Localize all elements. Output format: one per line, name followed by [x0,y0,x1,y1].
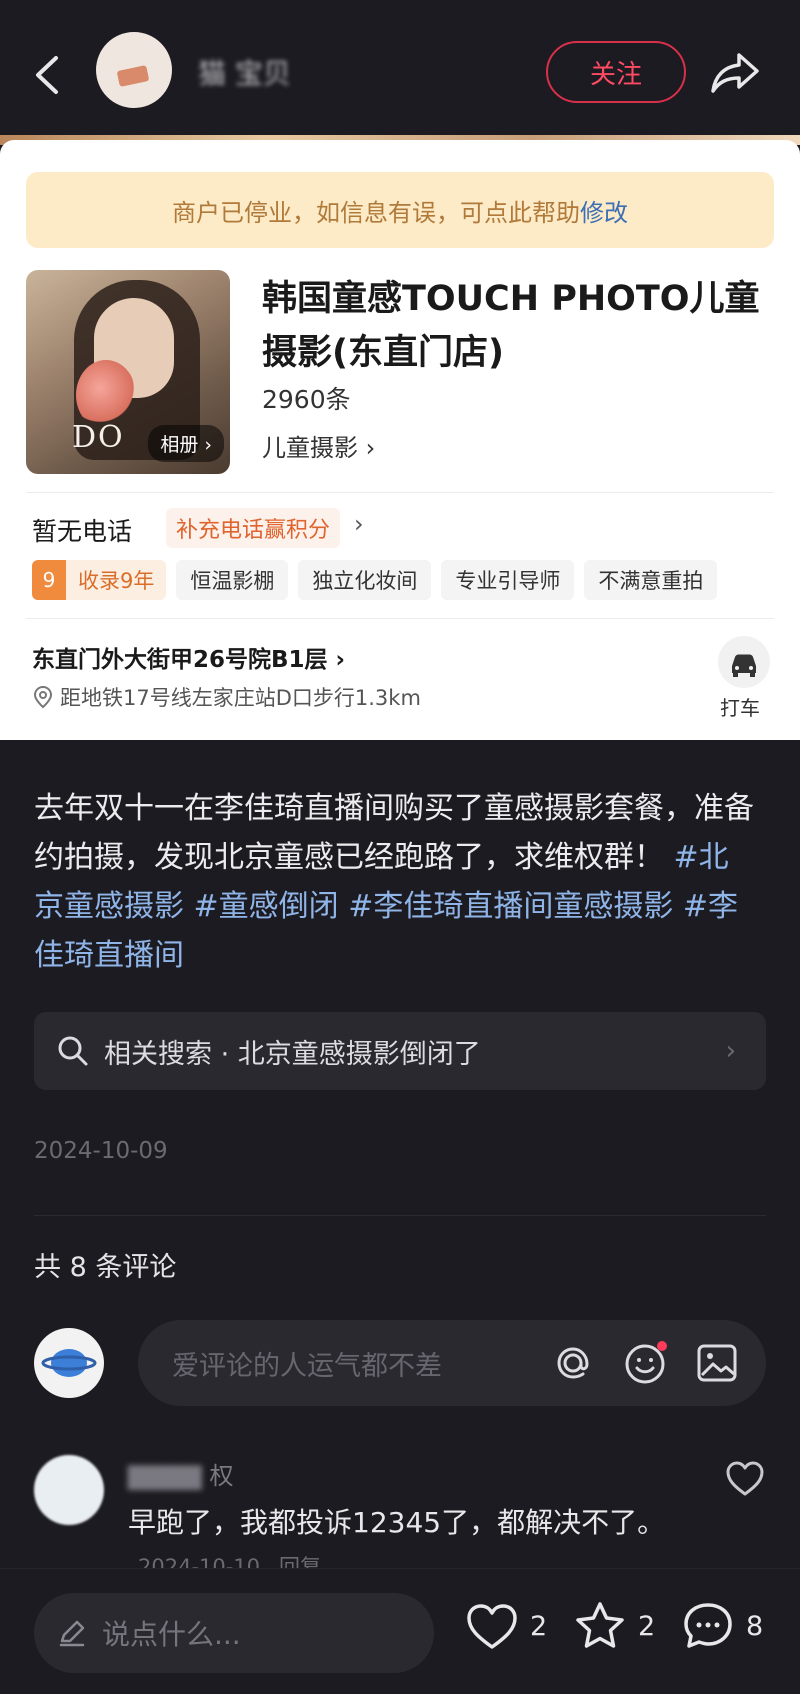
comment-body: 早跑了，我都投诉12345了，都解决不了。 [128,1506,666,1539]
author-name[interactable]: 猫 宝贝 [198,52,291,92]
add-phone-link[interactable]: 补充电话赢积分 [166,508,341,548]
comment-input[interactable]: 爱评论的人运气都不差 [138,1320,766,1406]
like-count: 2 [530,1610,548,1642]
emoji-icon[interactable] [622,1340,668,1386]
post-date: 2024-10-09 [34,1138,168,1164]
phone-status: 暂无电话 [32,517,133,546]
share-icon[interactable] [707,45,763,101]
pencil-icon [59,1620,85,1647]
feature-tag: 恒温影棚 [176,560,289,600]
comment-stat[interactable]: 8 [680,1599,763,1653]
subway-info: 距地铁17号线左家庄站D口步行1.3km [32,682,421,712]
feature-tags: 9 收录9年 恒温影棚 独立化妆间 专业引导师 不满意重拍 [32,560,718,600]
comment-input-placeholder: 爱评论的人运气都不差 [172,1350,442,1382]
related-search-text: 相关搜索 · 北京童感摄影倒闭了 [104,1038,481,1070]
post-text: 去年双十一在李佳琦直播间购买了童感摄影套餐，准备约拍摄，发现北京童感已经跑路了，… [34,791,754,875]
hashtag[interactable]: #李佳琦直播间童感摄影 [348,889,673,924]
years-badge: 9 收录9年 [32,560,167,600]
album-button[interactable]: 相册 › [148,425,224,462]
shop-card[interactable]: 商户已停业，如信息有误，可点此帮助 修改 DO 相册 › 韩国童感TOUCH P… [0,140,800,740]
location-pin-icon [33,685,53,709]
comment-input-tools [550,1340,740,1386]
notice-text: 商户已停业，如信息有误，可点此帮助 [172,198,580,227]
closed-notice[interactable]: 商户已停业，如信息有误，可点此帮助 修改 [26,172,774,248]
image-icon[interactable] [694,1340,740,1386]
divider [26,618,774,619]
author-avatar[interactable] [96,32,172,108]
commenter-name[interactable]: ▇▇▇▇ 权 [128,1456,233,1491]
commenter-avatar[interactable] [34,1455,104,1525]
divider [34,1215,766,1216]
top-bar: 猫 宝贝 关注 [0,0,800,135]
feature-tag: 不满意重拍 [584,560,718,600]
say-placeholder: 说点什么... [102,1618,241,1651]
years-text: 收录9年 [66,560,167,600]
star-count: 2 [638,1610,656,1642]
shop-address[interactable]: 东直门外大街甲26号院B1层 › [32,640,345,674]
back-arrow-icon[interactable] [28,50,68,100]
comment-bubble-icon [684,1603,732,1648]
related-search[interactable]: 相关搜索 · 北京童感摄影倒闭了 › [34,1012,766,1090]
divider [26,492,774,493]
comment-count: 8 [746,1610,764,1642]
comment-like-icon[interactable] [724,1458,766,1502]
post-body: 去年双十一在李佳琦直播间购买了童感摄影套餐，准备约拍摄，发现北京童感已经跑路了，… [34,784,754,980]
taxi-label[interactable]: 打车 [720,692,760,721]
bottom-action-bar: 说点什么... 2 2 8 [0,1568,800,1694]
taxi-icon[interactable] [718,636,770,688]
like-stat[interactable]: 2 [464,1599,547,1653]
search-icon [58,1036,88,1066]
follow-button[interactable]: 关注 [546,41,686,103]
hashtag[interactable]: #童感倒闭 [194,889,339,924]
mention-icon[interactable] [550,1340,596,1386]
notice-edit-link[interactable]: 修改 [580,193,628,228]
feature-tag: 专业引导师 [441,560,575,600]
star-stat[interactable]: 2 [572,1599,655,1653]
feature-tag: 独立化妆间 [298,560,432,600]
commenter-name-blurred: ▇▇▇▇ [128,1462,202,1490]
chevron-right-icon[interactable]: › [354,510,364,538]
star-icon [576,1602,624,1648]
commenter-name-text: 权 [209,1462,234,1490]
say-something-input[interactable]: 说点什么... [34,1593,434,1673]
shop-title[interactable]: 韩国童感TOUCH PHOTO儿童摄影(东直门店) [262,272,762,380]
shop-category[interactable]: 儿童摄影 › [262,428,375,463]
shop-thumbnail[interactable]: DO 相册 › [26,270,230,474]
heart-icon [467,1604,517,1649]
chevron-right-icon: › [725,1036,736,1066]
thumb-brand: DO [72,420,125,455]
comments-count: 共 8 条评论 [34,1252,177,1283]
review-count: 2960条 [262,385,351,414]
my-avatar[interactable] [34,1328,104,1398]
years-number: 9 [32,560,66,600]
subway-text: 距地铁17号线左家庄站D口步行1.3km [60,686,421,710]
